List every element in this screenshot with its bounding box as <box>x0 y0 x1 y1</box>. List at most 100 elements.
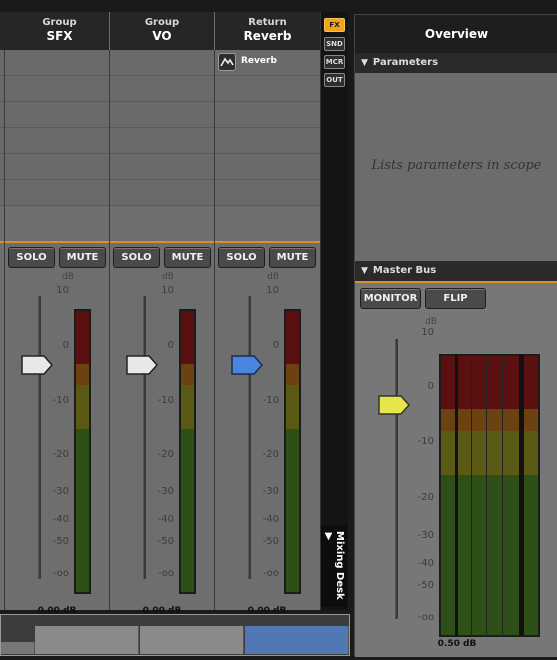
strip-name-label: SFX <box>46 29 73 43</box>
fx-item-reverb[interactable]: Reverb <box>218 53 308 73</box>
strip-type-label: Return <box>248 17 287 28</box>
scale-label: -50 <box>417 580 434 591</box>
strip-name-label: VO <box>152 29 172 43</box>
db-unit-label: dB <box>62 272 74 282</box>
overview-cell-reverb[interactable] <box>245 626 349 654</box>
level-meter-vo <box>179 309 196 594</box>
mute-button[interactable]: MUTE <box>164 247 211 268</box>
scale-label: -40 <box>52 514 69 525</box>
strip-header-vo[interactable]: Group VO <box>110 12 214 50</box>
scale-label: -30 <box>417 530 434 541</box>
scale-label: -oo <box>417 612 434 623</box>
db-unit-label: dB <box>267 272 279 282</box>
tab-snd[interactable]: SND <box>324 37 345 51</box>
scale-label: -50 <box>262 536 279 547</box>
overview-cell[interactable] <box>1 642 35 654</box>
collapse-triangle-icon: ▼ <box>361 266 368 276</box>
scale-label: -oo <box>157 568 174 579</box>
overview-cell-sfx[interactable] <box>35 626 139 654</box>
master-bus-controls: MONITOR FLIP dB 10 0 -10 -20 -30 -40 -50… <box>355 283 557 657</box>
scale-label: 10 <box>56 285 69 296</box>
parameters-placeholder: Lists parameters in scope <box>371 158 542 173</box>
fader-handle-vo[interactable] <box>125 354 159 376</box>
scale-label: 0 <box>62 340 69 351</box>
solo-button[interactable]: SOLO <box>113 247 160 268</box>
strip-type-label: Group <box>144 17 180 28</box>
scale-label: 10 <box>161 285 174 296</box>
strip-header-sfx[interactable]: Group SFX <box>0 12 109 50</box>
scale-label: -40 <box>417 558 434 569</box>
tab-out[interactable]: OUT <box>324 73 345 87</box>
mute-button[interactable]: MUTE <box>59 247 106 268</box>
fader-handle-sfx[interactable] <box>20 354 54 376</box>
fx-slots-reverb[interactable] <box>215 50 320 206</box>
overview-cell-vo[interactable] <box>140 626 244 654</box>
strip-type-label: Group <box>42 17 77 28</box>
db-unit-label: dB <box>425 317 437 327</box>
mute-button[interactable]: MUTE <box>269 247 316 268</box>
fx-item-label: Reverb <box>241 56 277 66</box>
mixing-desk-label: Mixing Desk ▼ <box>323 531 345 600</box>
reverb-effect-icon <box>218 53 236 71</box>
flip-button[interactable]: FLIP <box>425 288 486 309</box>
scale-label: -10 <box>262 395 279 406</box>
scale-label: -50 <box>157 536 174 547</box>
scale-label: -oo <box>52 568 69 579</box>
parameters-header-label: Parameters <box>372 57 439 68</box>
mixer-panel: Group SFX Group VO Return Reverb Reverb … <box>0 0 350 660</box>
scale-label: -30 <box>157 486 174 497</box>
parameters-section-header[interactable]: ▼ Parameters <box>355 53 557 73</box>
monitor-button[interactable]: MONITOR <box>360 288 421 309</box>
scale-label: -10 <box>52 395 69 406</box>
scale-label: -40 <box>262 514 279 525</box>
scale-label: 0 <box>272 340 279 351</box>
scale-label: -10 <box>417 436 434 447</box>
overview-title: Overview <box>355 15 557 53</box>
collapse-triangle-icon: ▼ <box>361 58 368 68</box>
strip-controls-vo: SOLO MUTE dB 10 0 -10 -20 -30 -40 -50 -o… <box>110 243 214 616</box>
mixing-desk-toggle[interactable]: Mixing Desk ▼ <box>321 525 347 607</box>
scale-label: -20 <box>417 492 434 503</box>
master-bus-header-label: Master Bus <box>372 265 437 276</box>
scale-label: 0 <box>167 340 174 351</box>
tab-mcr[interactable]: MCR <box>324 55 345 69</box>
fader-track[interactable] <box>38 296 41 579</box>
overview-panel: Overview ▼ Parameters Lists parameters in… <box>354 14 557 657</box>
master-volume-readout[interactable]: 0.50 dB <box>433 639 481 649</box>
scale-label: -40 <box>157 514 174 525</box>
level-meter-sfx <box>74 309 91 594</box>
scale-label: -50 <box>52 536 69 547</box>
scale-label: -20 <box>262 449 279 460</box>
fmod-mixer-window: Group SFX Group VO Return Reverb Reverb … <box>0 0 557 660</box>
master-fader-handle[interactable] <box>377 394 411 416</box>
mixer-view-tabs: FX SND MCR OUT <box>320 12 348 610</box>
scale-label: -10 <box>157 395 174 406</box>
solo-button[interactable]: SOLO <box>8 247 55 268</box>
fx-slots-vo[interactable] <box>110 50 214 206</box>
fader-track[interactable] <box>248 296 251 579</box>
level-meter-reverb <box>284 309 301 594</box>
mixer-strips-area: Group SFX Group VO Return Reverb Reverb … <box>0 12 320 616</box>
fx-slots-sfx[interactable] <box>0 50 109 206</box>
strip-header-reverb[interactable]: Return Reverb <box>215 12 320 50</box>
scale-label: 0 <box>427 381 434 392</box>
tab-fx[interactable]: FX <box>324 18 345 32</box>
scale-label: -30 <box>262 486 279 497</box>
db-unit-label: dB <box>162 272 174 282</box>
scale-label: -oo <box>262 568 279 579</box>
strip-name-label: Reverb <box>243 29 292 43</box>
parameters-area: Lists parameters in scope <box>355 73 557 261</box>
fader-track[interactable] <box>143 296 146 579</box>
scale-label: -30 <box>52 486 69 497</box>
strip-controls-reverb: SOLO MUTE dB 10 0 -10 -20 -30 -40 -50 -o… <box>215 243 320 616</box>
scale-label: 10 <box>421 327 434 338</box>
solo-button[interactable]: SOLO <box>218 247 265 268</box>
master-bus-section-header[interactable]: ▼ Master Bus <box>355 261 557 281</box>
fader-handle-reverb[interactable] <box>230 354 264 376</box>
master-fader-track[interactable] <box>395 339 398 619</box>
strip-overview-bar <box>0 614 350 656</box>
scale-label: 10 <box>266 285 279 296</box>
strip-controls-sfx: SOLO MUTE dB 10 0 -10 -20 -30 -40 -50 -o… <box>5 243 109 616</box>
scale-label: -20 <box>52 449 69 460</box>
scale-label: -20 <box>157 449 174 460</box>
